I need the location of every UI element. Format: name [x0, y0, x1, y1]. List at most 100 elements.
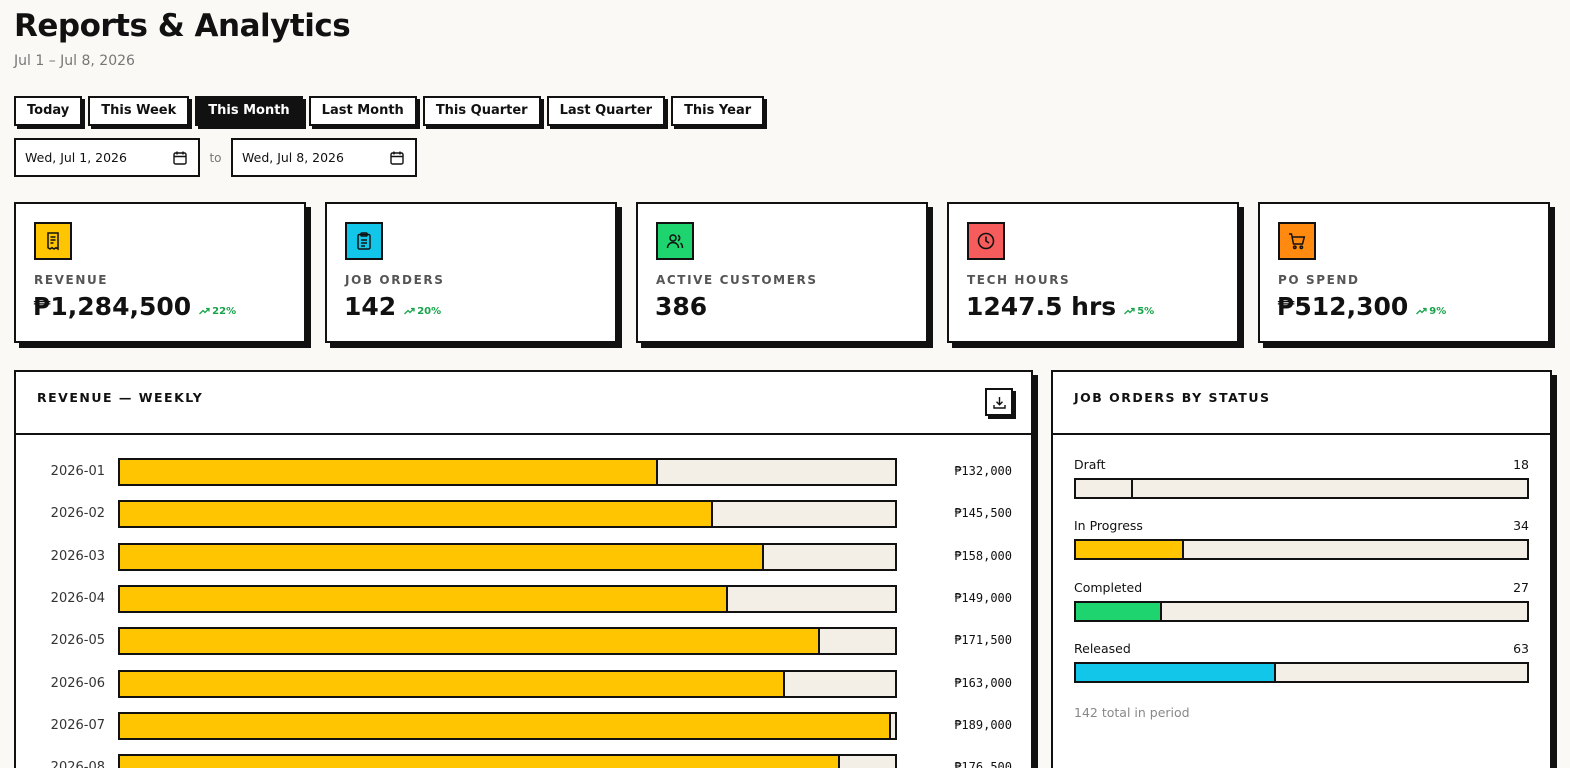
download-icon — [992, 396, 1006, 409]
custom-date-range: Wed, Jul 1, 2026 to Wed, Jul 8, 2026 — [14, 138, 417, 177]
status-label: Completed — [1074, 579, 1143, 595]
revenue-value: ₱149,000 — [954, 590, 1012, 605]
revenue-bar-track — [118, 711, 897, 740]
status-item: Completed 27 — [1074, 580, 1529, 622]
revenue-bar — [120, 756, 840, 768]
tab-today[interactable]: Today — [14, 96, 83, 126]
trend-up-icon — [1124, 307, 1135, 315]
week-label: 2026-06 — [50, 675, 105, 691]
calendar-icon[interactable] — [389, 150, 405, 166]
kpi-label: REVENUE — [34, 273, 109, 287]
status-bar-track — [1074, 539, 1529, 561]
revenue-value: ₱132,000 — [954, 464, 1012, 478]
status-label: In Progress — [1074, 518, 1143, 534]
trend-up-icon — [199, 307, 210, 315]
panel-title: REVENUE — WEEKLY — [37, 390, 204, 405]
date-range-separator: to — [209, 150, 222, 165]
calendar-icon[interactable] — [172, 150, 188, 166]
revenue-bar — [120, 460, 659, 484]
revenue-value: ₱163,000 — [954, 675, 1012, 690]
revenue-bar-row: 2026-02 ₱145,500 — [16, 500, 1031, 529]
trend-up-icon — [404, 307, 415, 315]
date-from-value: Wed, Jul 1, 2026 — [25, 150, 127, 165]
status-bar-track — [1074, 600, 1529, 622]
revenue-value: ₱189,000 — [954, 717, 1012, 732]
revenue-bar — [120, 713, 891, 738]
clipboard-icon — [345, 222, 383, 260]
revenue-bar — [120, 544, 765, 569]
revenue-bar-track — [118, 584, 897, 613]
status-count: 63 — [1513, 640, 1529, 656]
revenue-value: ₱158,000 — [954, 548, 1012, 563]
revenue-bar-track — [118, 542, 897, 571]
week-label: 2026-04 — [50, 590, 105, 606]
tab-this-quarter[interactable]: This Quarter — [422, 96, 541, 126]
revenue-bar-row: 2026-08 ₱176,500 — [16, 754, 1031, 768]
revenue-bar-row: 2026-04 ₱149,000 — [16, 584, 1031, 613]
status-bar — [1076, 663, 1277, 681]
users-icon — [656, 222, 694, 260]
week-label: 2026-02 — [50, 506, 105, 522]
page-title: Reports & Analytics — [14, 8, 351, 44]
cart-icon — [1278, 222, 1316, 260]
revenue-bar — [120, 502, 714, 527]
revenue-value: ₱176,500 — [954, 760, 1012, 768]
job-status-panel: JOB ORDERS BY STATUS Draft 18 In Progress 3… — [1051, 370, 1552, 768]
revenue-bar — [120, 629, 820, 654]
tab-this-week[interactable]: This Week — [88, 96, 190, 126]
tab-this-year[interactable]: This Year — [671, 96, 765, 126]
revenue-value: ₱145,500 — [954, 506, 1012, 521]
tab-last-quarter[interactable]: Last Quarter — [546, 96, 666, 126]
status-bar-track — [1074, 661, 1529, 683]
revenue-bar-row: 2026-03 ₱158,000 — [16, 542, 1031, 571]
week-label: 2026-07 — [50, 717, 105, 733]
revenue-weekly-panel: REVENUE — WEEKLY 2026-01 ₱132,000 2026-02 ₱… — [14, 370, 1033, 768]
revenue-bar-track — [118, 669, 897, 698]
status-total-text: 142 total in period — [1074, 705, 1190, 720]
kpi-value: 142 — [344, 292, 397, 321]
status-count: 27 — [1513, 579, 1529, 595]
status-label: Draft — [1074, 457, 1106, 472]
date-from-field[interactable]: Wed, Jul 1, 2026 — [14, 138, 200, 177]
kpi-card-revenue: REVENUE ₱1,284,500 22% — [14, 202, 306, 343]
week-label: 2026-01 — [50, 464, 105, 479]
tab-last-month[interactable]: Last Month — [308, 96, 417, 126]
revenue-bar-row: 2026-06 ₱163,000 — [16, 669, 1031, 698]
kpi-card-active-customers: ACTIVE CUSTOMERS 386 — [636, 202, 928, 343]
revenue-bar-track — [118, 627, 897, 656]
status-count: 18 — [1513, 457, 1529, 472]
kpi-label: PO SPEND — [1278, 273, 1360, 287]
status-item: Released 63 — [1074, 641, 1529, 683]
revenue-bar-track — [118, 500, 897, 529]
kpi-label: ACTIVE CUSTOMERS — [656, 273, 818, 287]
status-count: 34 — [1513, 518, 1529, 534]
kpi-value: 1247.5 hrs — [966, 292, 1117, 321]
download-button[interactable] — [985, 388, 1013, 416]
status-label: Released — [1074, 640, 1131, 656]
revenue-bar-track — [118, 458, 897, 486]
status-item: In Progress 34 — [1074, 518, 1529, 561]
tab-this-month[interactable]: This Month — [195, 96, 303, 126]
date-to-value: Wed, Jul 8, 2026 — [242, 150, 344, 165]
status-bar — [1076, 602, 1162, 620]
date-range-tabs: Today This Week This Month Last Month Th… — [14, 96, 765, 126]
trend-badge: 22% — [199, 306, 236, 317]
kpi-card-tech-hours: TECH HOURS 1247.5 hrs 5% — [947, 202, 1239, 343]
clock-icon — [967, 222, 1005, 260]
kpi-value: ₱1,284,500 — [33, 292, 192, 321]
revenue-bar-track — [118, 754, 897, 768]
receipt-icon — [34, 222, 72, 260]
week-label: 2026-03 — [50, 548, 105, 564]
date-to-field[interactable]: Wed, Jul 8, 2026 — [231, 138, 417, 177]
revenue-bar — [120, 586, 728, 611]
revenue-bar-row: 2026-01 ₱132,000 — [16, 458, 1031, 486]
page-subtitle: Jul 1 – Jul 8, 2026 — [14, 53, 135, 69]
week-label: 2026-05 — [50, 633, 105, 649]
status-bar — [1076, 541, 1184, 559]
status-bar-track — [1074, 478, 1529, 499]
trend-up-icon — [1416, 307, 1427, 315]
trend-badge: 20% — [404, 306, 441, 317]
panel-title: JOB ORDERS BY STATUS — [1074, 390, 1271, 405]
kpi-value: 386 — [655, 292, 708, 321]
kpi-label: TECH HOURS — [967, 273, 1071, 287]
